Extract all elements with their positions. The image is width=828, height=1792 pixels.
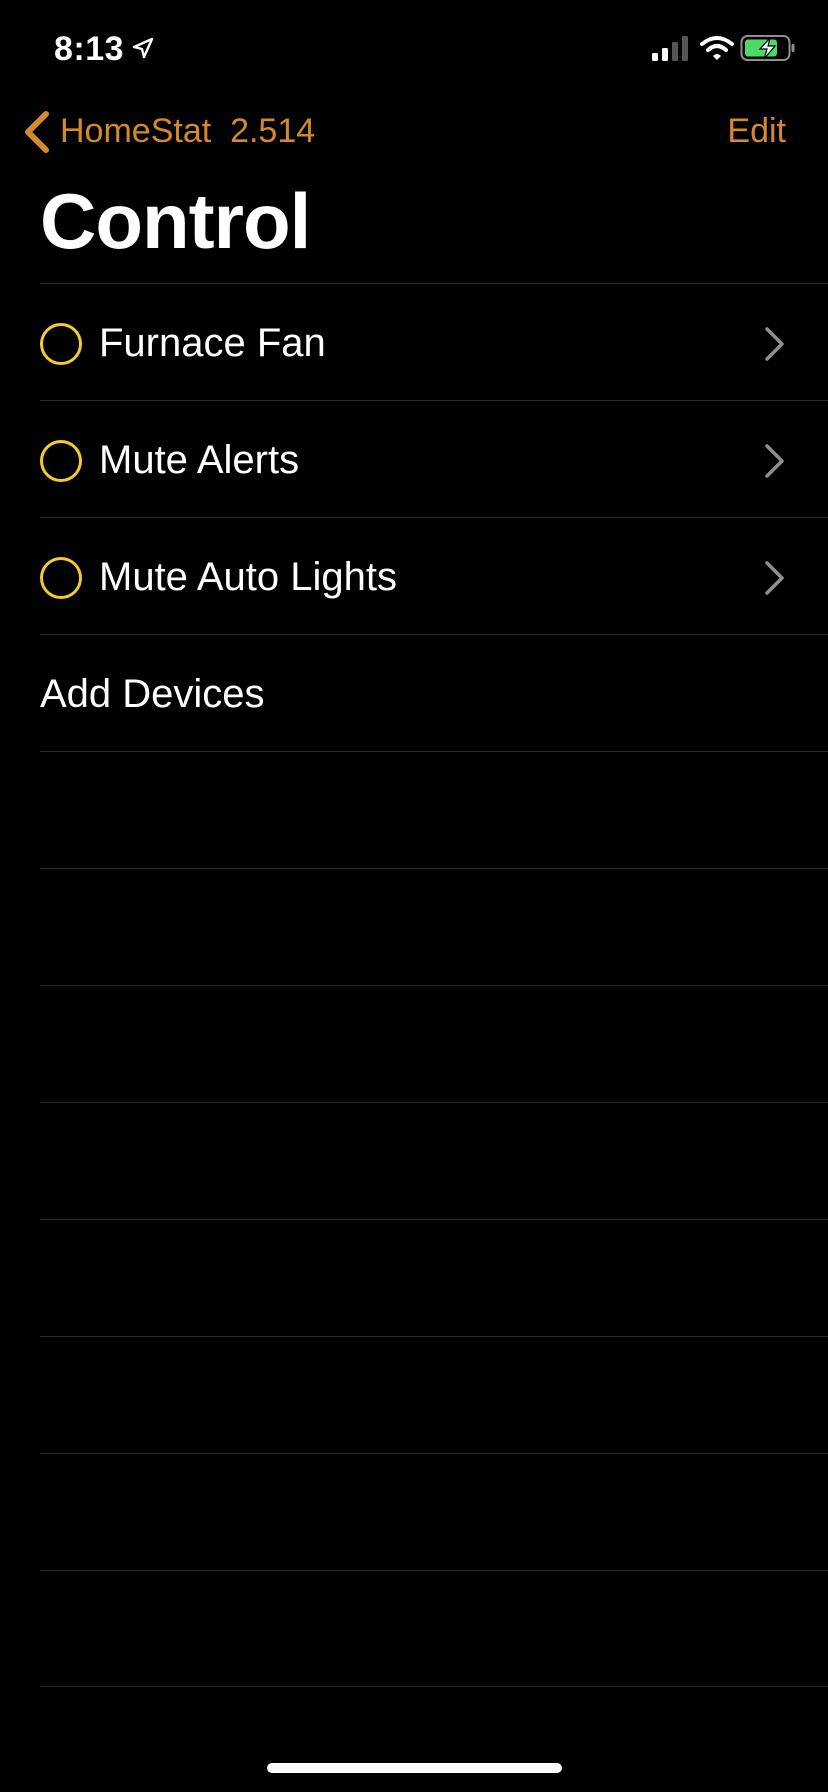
home-indicator[interactable] [267, 1763, 562, 1773]
empty-row [40, 868, 828, 985]
add-devices-button[interactable]: Add Devices [40, 634, 828, 751]
add-devices-label: Add Devices [40, 672, 265, 716]
circle-ring-icon [40, 440, 82, 482]
wifi-icon [700, 36, 734, 60]
list-item-label: Mute Alerts [99, 438, 300, 482]
control-list: Furnace Fan Mute Alerts Mute Auto Lights… [0, 283, 828, 1687]
back-button[interactable]: HomeStat 2.514 [60, 112, 315, 151]
page-title: Control [40, 177, 311, 265]
status-bar: 8:13 [0, 0, 828, 100]
battery-charging-icon [740, 35, 795, 61]
empty-row [40, 1453, 828, 1570]
empty-row [40, 1102, 828, 1219]
list-item-label: Furnace Fan [99, 321, 326, 365]
list-item-furnace-fan[interactable]: Furnace Fan [40, 283, 828, 400]
list-item-mute-alerts[interactable]: Mute Alerts [40, 400, 828, 517]
empty-row [40, 1219, 828, 1336]
empty-row [40, 1336, 828, 1453]
empty-row [40, 751, 828, 868]
edit-button[interactable]: Edit [727, 112, 786, 151]
empty-row [40, 985, 828, 1102]
back-chevron-icon[interactable] [22, 110, 52, 154]
chevron-right-icon [765, 444, 784, 478]
status-time: 8:13 [54, 30, 125, 68]
chevron-right-icon [765, 561, 784, 595]
location-arrow-icon [132, 37, 154, 59]
empty-row [40, 1570, 828, 1687]
list-item-label: Mute Auto Lights [99, 555, 397, 599]
chevron-right-icon [765, 327, 784, 361]
cellular-signal-icon [652, 36, 688, 61]
navigation-bar: HomeStat 2.514 Edit [0, 100, 828, 164]
circle-ring-icon [40, 323, 82, 365]
circle-ring-icon [40, 557, 82, 599]
list-item-mute-auto-lights[interactable]: Mute Auto Lights [40, 517, 828, 634]
